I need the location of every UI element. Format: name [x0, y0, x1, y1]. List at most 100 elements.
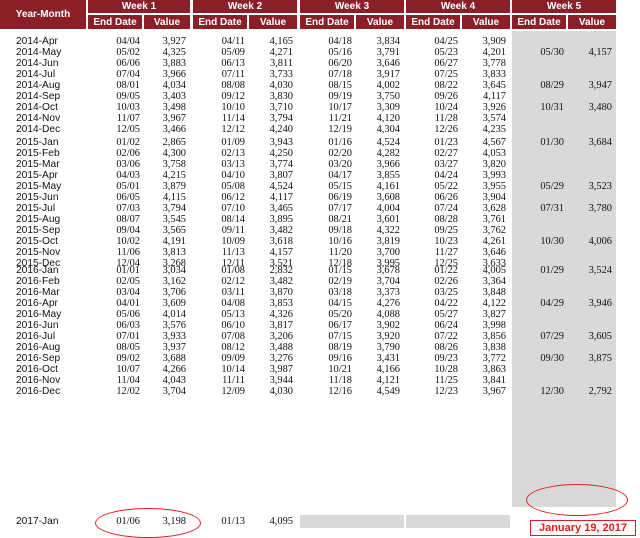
value-cell: 3,955 [482, 181, 506, 192]
empty-cell [300, 515, 404, 528]
year-month-cell: 2014-Dec [16, 124, 61, 135]
end-date-cell: 12/05 [116, 124, 140, 135]
year-month-cell: 2016-Oct [16, 364, 58, 375]
year-month-cell: 2014-Jul [16, 69, 56, 80]
table-row: 2015-Mar 03/06 3,758 03/13 3,774 03/20 3,966 03… [0, 159, 640, 170]
value-cell: 3,524 [588, 265, 612, 276]
year-month-cell: 2016-Jun [16, 320, 59, 331]
value-cell: 3,927 [162, 36, 186, 47]
end-date-cell: 10/16 [328, 236, 352, 247]
value-cell: 3,608 [376, 192, 400, 203]
end-date-cell: 11/28 [434, 113, 458, 124]
end-date-cell: 11/20 [328, 247, 352, 258]
value-cell: 3,646 [482, 247, 506, 258]
table-row: 2016-Apr 04/01 3,609 04/08 3,853 04/15 4,276 04… [0, 298, 640, 309]
value-cell: 3,480 [588, 102, 612, 113]
value-cell: 3,364 [482, 276, 506, 287]
end-date-cell: 03/25 [434, 287, 458, 298]
weekly-values-table: Year-Month Week 1 End Date Value Week 2 End D… [0, 0, 640, 538]
end-date-cell: 02/05 [116, 276, 140, 287]
value-cell: 3,704 [162, 386, 186, 397]
value-cell: 3,576 [162, 320, 186, 331]
end-date-cell: 03/20 [328, 159, 352, 170]
table-row: 2016-May 05/06 4,014 05/13 4,326 05/20 4,088 05… [0, 309, 640, 320]
end-date-cell: 12/26 [434, 124, 458, 135]
value-cell: 3,817 [269, 320, 293, 331]
end-date-cell: 03/13 [221, 159, 245, 170]
end-date-cell: 07/29 [540, 331, 564, 342]
value-cell: 3,933 [162, 331, 186, 342]
end-date-cell: 09/16 [328, 353, 352, 364]
value-cell: 3,601 [376, 214, 400, 225]
end-date-cell: 10/10 [221, 102, 245, 113]
end-date-cell: 05/20 [328, 309, 352, 320]
end-date-cell: 06/05 [116, 192, 140, 203]
value-cell: 4,120 [376, 113, 400, 124]
value-cell: 3,704 [376, 276, 400, 287]
end-date-cell: 11/07 [116, 113, 140, 124]
value-cell: 2,832 [269, 265, 293, 276]
value-cell: 4,271 [269, 47, 293, 58]
value-cell: 3,827 [482, 309, 506, 320]
table-row: 2014-Aug 08/01 4,034 08/08 4,030 08/15 4,002 08… [0, 80, 640, 91]
value-cell: 3,750 [376, 91, 400, 102]
week-1-header: Week 1 [88, 0, 190, 13]
end-date-cell: 08/01 [116, 80, 140, 91]
end-date-cell: 04/29 [540, 298, 564, 309]
value-cell: 3,987 [269, 364, 293, 375]
end-date-cell: 10/14 [221, 364, 245, 375]
value-cell: 3,034 [162, 265, 186, 276]
end-date-cell: 08/12 [221, 342, 245, 353]
value-cell: 3,853 [269, 298, 293, 309]
value-cell: 4,030 [269, 386, 293, 397]
end-date-cell: 10/23 [434, 236, 458, 247]
table-row: 2016-Sep 09/02 3,688 09/09 3,276 09/16 3,431 09… [0, 353, 640, 364]
table-row: 2016-Feb 02/05 3,162 02/12 3,482 02/19 3,704 02… [0, 276, 640, 287]
value-cell: 3,855 [376, 170, 400, 181]
end-date-cell: 04/01 [116, 298, 140, 309]
end-date-header: End Date [512, 15, 566, 29]
end-date-cell: 01/15 [328, 265, 352, 276]
year-month-cell: 2014-Jun [16, 58, 59, 69]
value-cell: 3,609 [162, 298, 186, 309]
value-cell: 3,574 [482, 113, 506, 124]
table-row: 2015-Jul 07/03 3,794 07/10 3,465 07/17 4,004 07… [0, 203, 640, 214]
end-date-cell: 01/09 [221, 137, 245, 148]
value-cell: 4,215 [162, 170, 186, 181]
value-cell: 3,883 [162, 58, 186, 69]
end-date-cell: 09/26 [434, 91, 458, 102]
value-cell: 3,545 [162, 214, 186, 225]
end-date-cell: 08/26 [434, 342, 458, 353]
value-cell: 3,820 [482, 159, 506, 170]
end-date-cell: 10/17 [328, 102, 352, 113]
end-date-cell: 06/24 [434, 320, 458, 331]
table-row: 2014-Apr 04/04 3,927 04/11 4,165 04/18 3,834 04… [0, 36, 640, 47]
value-cell: 4,006 [588, 236, 612, 247]
value-cell: 3,895 [269, 214, 293, 225]
value-cell: 4,261 [482, 236, 506, 247]
value-cell: 3,920 [376, 331, 400, 342]
highlight-circle-2017-jan-week1 [95, 508, 201, 538]
value-cell: 4,005 [482, 265, 506, 276]
value-cell: 3,841 [482, 375, 506, 386]
table-row: 2014-Nov 11/07 3,967 11/14 3,794 11/21 4,120 11… [0, 113, 640, 124]
year-month-cell: 2014-Oct [16, 102, 58, 113]
table-row: 2014-Jul 07/04 3,966 07/11 3,733 07/18 3,917 07… [0, 69, 640, 80]
year-month-cell: 2014-Aug [16, 80, 61, 91]
value-cell: 3,967 [482, 386, 506, 397]
end-date-cell: 04/03 [116, 170, 140, 181]
value-header: Value [356, 15, 404, 29]
end-date-cell: 08/08 [221, 80, 245, 91]
end-date-cell: 06/12 [221, 192, 245, 203]
end-date-cell: 08/28 [434, 214, 458, 225]
end-date-cell: 11/13 [221, 247, 245, 258]
end-date-cell: 02/20 [328, 148, 352, 159]
value-cell: 3,967 [162, 113, 186, 124]
value-cell: 3,870 [269, 287, 293, 298]
end-date-cell: 01/29 [540, 265, 564, 276]
end-date-cell: 06/13 [221, 58, 245, 69]
value-cell: 2,792 [588, 386, 612, 397]
value-cell: 3,780 [588, 203, 612, 214]
end-date-cell: 08/19 [328, 342, 352, 353]
year-month-cell: 2016-May [16, 309, 62, 320]
